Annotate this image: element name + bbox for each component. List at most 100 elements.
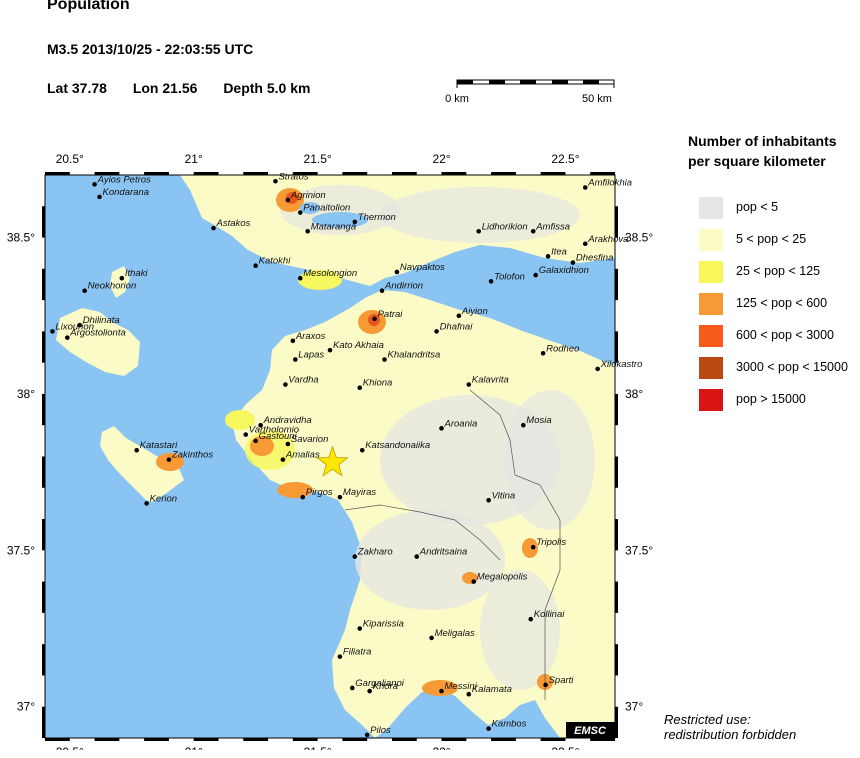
city-label: Mosia: [526, 415, 551, 426]
city-marker[interactable]: Sparti: [543, 675, 574, 688]
city-label: Navpaktos: [400, 262, 445, 273]
city-marker[interactable]: Kondarana: [97, 187, 149, 200]
city-marker[interactable]: Amalias: [280, 450, 320, 462]
population-map[interactable]: 20.5° 21° 21.5° 22° 22.5° 20.5° 21° 21.5° 22° 22…: [0, 140, 660, 750]
city-marker[interactable]: Khora: [367, 681, 398, 694]
city-dot: [439, 426, 444, 431]
city-dot: [283, 382, 288, 387]
city-marker[interactable]: Kambos: [486, 719, 527, 731]
city-marker[interactable]: Galaxidhion: [533, 265, 589, 278]
city-marker[interactable]: Kalavrita: [466, 375, 509, 387]
event-location: Lat 37.78 Lon 21.56 Depth 5.0 km: [47, 80, 332, 96]
city-dot: [595, 366, 600, 372]
city-marker[interactable]: Agrinion: [285, 190, 326, 203]
city-marker[interactable]: Thermon: [352, 212, 396, 225]
city-marker[interactable]: Ithaki: [119, 268, 149, 281]
city-label: Meligalas: [435, 628, 475, 639]
city-dot: [382, 357, 387, 362]
city-marker[interactable]: Lidhorikion: [476, 221, 528, 234]
frame-bar: [42, 456, 45, 488]
city-dot: [471, 579, 477, 584]
city-marker[interactable]: Meligalas: [429, 628, 475, 641]
city-marker[interactable]: Kiparissia: [357, 619, 404, 631]
city-marker[interactable]: Khiona: [357, 378, 392, 390]
lon-tick-label: 21.5°: [304, 152, 332, 166]
legend-label: 125 < pop < 600: [736, 296, 828, 310]
city-marker[interactable]: Katokhi: [253, 256, 291, 269]
city-label: Khiona: [363, 378, 393, 389]
frame-bar: [540, 738, 566, 741]
lat-tick-label: 37.5°: [7, 543, 35, 557]
city-marker[interactable]: Araxos: [290, 331, 326, 344]
city-dot: [82, 288, 87, 294]
city-marker[interactable]: Zakinthos: [166, 450, 214, 462]
city-marker[interactable]: Dhesfina: [570, 253, 614, 265]
city-marker[interactable]: Kato Akhaia: [327, 340, 384, 353]
city-marker[interactable]: Zakharo: [352, 547, 393, 559]
city-label: Dhafnai: [440, 321, 474, 332]
city-marker[interactable]: Andirrion: [379, 281, 423, 294]
city-marker[interactable]: Mesolongion: [297, 268, 357, 281]
city-label: Rodheo: [546, 343, 579, 354]
city-dot: [582, 241, 588, 247]
city-marker[interactable]: Kalamata: [466, 684, 512, 697]
city-label: Lidhorikion: [482, 221, 528, 232]
city-marker[interactable]: Rodheo: [540, 343, 580, 356]
city-dot: [273, 178, 278, 184]
usage-notice: Restricted use: redistribution forbidden: [664, 712, 796, 742]
legend-swatch: [699, 197, 723, 219]
city-marker[interactable]: Xilokastro: [595, 359, 642, 372]
city-label: Katsandonaiika: [365, 440, 430, 451]
city-marker[interactable]: Arakhova: [582, 234, 628, 247]
city-marker[interactable]: Ayios Petros: [92, 174, 151, 187]
city-dot: [540, 350, 546, 356]
city-dot: [305, 229, 310, 234]
city-label: Kiparissia: [363, 619, 404, 630]
frame-bar: [615, 393, 618, 426]
city-marker[interactable]: Vardha: [283, 375, 319, 387]
sparse-area: [480, 570, 560, 690]
city-marker[interactable]: Megalopolis: [471, 572, 528, 584]
frame-bar: [42, 706, 45, 738]
city-marker[interactable]: Stratos: [273, 171, 309, 184]
city-marker[interactable]: Lapas: [293, 350, 324, 362]
frame-bar: [45, 738, 70, 741]
city-marker[interactable]: Savarion: [285, 434, 329, 447]
city-marker[interactable]: Tolofon: [488, 271, 525, 284]
city-marker[interactable]: Neokhorion: [82, 281, 136, 294]
city-marker[interactable]: Khalandritsa: [382, 350, 440, 362]
city-marker[interactable]: Panaitolion: [297, 203, 350, 215]
city-marker[interactable]: Andritsaina: [414, 547, 467, 559]
city-marker[interactable]: Astakos: [211, 218, 251, 231]
city-label: Pilos: [370, 725, 391, 736]
city-label: Kato Akhaia: [333, 340, 384, 351]
city-label: Vardha: [288, 375, 318, 386]
city-marker[interactable]: Kollinai: [528, 609, 565, 622]
city-marker[interactable]: Mosia: [521, 415, 552, 428]
legend-label: 600 < pop < 3000: [736, 328, 835, 342]
city-marker[interactable]: Filiatra: [337, 647, 372, 659]
city-dot: [280, 457, 286, 462]
city-marker[interactable]: Kerion: [144, 493, 177, 506]
city-marker[interactable]: Mataranga: [305, 221, 356, 234]
city-marker[interactable]: Navpaktos: [394, 262, 445, 275]
city-marker[interactable]: Amfissa: [530, 221, 570, 234]
city-marker[interactable]: Amfilokhia: [582, 178, 632, 190]
city-dot: [144, 501, 149, 506]
legend-swatch: [699, 293, 723, 315]
city-dot: [357, 626, 363, 631]
city-marker[interactable]: Argostolionta: [65, 328, 126, 340]
city-marker[interactable]: Tripolis: [530, 537, 566, 550]
legend-swatch: [699, 325, 723, 347]
city-marker[interactable]: Aroania: [439, 418, 477, 431]
city-dot: [364, 732, 370, 738]
frame-bar: [42, 644, 45, 676]
city-marker[interactable]: Vitina: [486, 490, 515, 503]
city-marker[interactable]: Patrai: [372, 309, 403, 322]
city-dot: [582, 185, 588, 190]
city-marker[interactable]: Pirgos: [300, 487, 333, 500]
city-marker[interactable]: Dhafnai: [434, 321, 474, 334]
city-marker[interactable]: Katsandonaiika: [359, 440, 430, 453]
city-marker[interactable]: Mayiras: [337, 487, 377, 500]
city-marker[interactable]: Aiyion: [456, 306, 488, 319]
